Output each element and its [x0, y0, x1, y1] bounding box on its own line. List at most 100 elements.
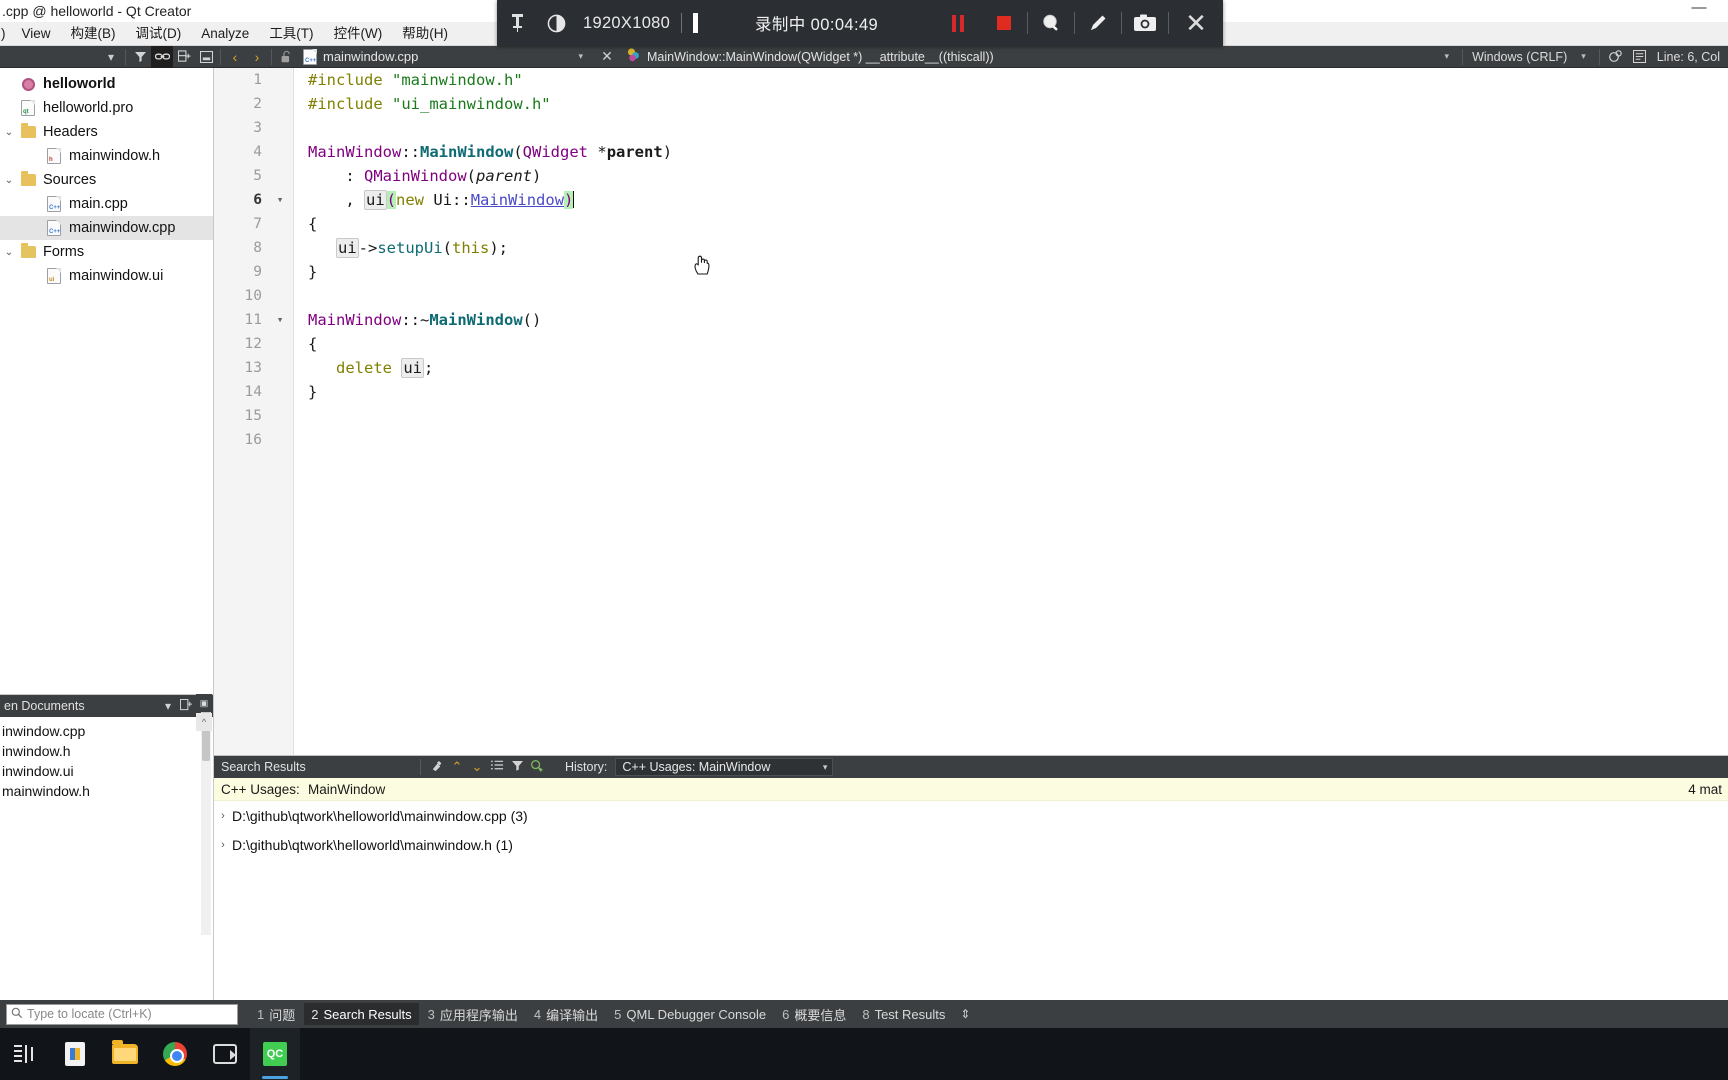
chevron-down-icon[interactable]: ⌄ — [0, 127, 18, 138]
filter-icon[interactable] — [507, 760, 527, 775]
output-pane-spinner-icon[interactable]: ⇕ — [954, 1007, 970, 1021]
unlocked-icon[interactable] — [275, 46, 297, 68]
filter-icon[interactable] — [129, 46, 151, 68]
chevron-down-icon[interactable]: ⌄ — [0, 247, 18, 258]
menu-item-tools[interactable]: 工具(T) — [259, 22, 323, 46]
chevron-down-icon[interactable]: ▾ — [823, 762, 833, 773]
navigate-back-icon[interactable]: ‹ — [224, 49, 246, 65]
fold-marker[interactable] — [266, 116, 294, 140]
chevron-down-icon[interactable]: ▾ — [1573, 51, 1594, 62]
chevron-down-icon[interactable]: ▾ — [570, 51, 591, 62]
contrast-icon[interactable] — [537, 0, 575, 46]
symbol-selector[interactable]: MainWindow::MainWindow(QWidget *) __attr… — [617, 48, 1437, 65]
fold-marker[interactable] — [266, 356, 294, 380]
chevron-up-icon[interactable]: ⌃ — [447, 759, 467, 775]
magnifier-icon[interactable] — [1028, 0, 1074, 46]
search-result-row[interactable]: › D:\github\qtwork\helloworld\mainwindow… — [214, 801, 1728, 830]
search-input[interactable]: Type to locate (Ctrl+K) — [6, 1003, 238, 1025]
output-tab-search-results[interactable]: 2 Search Results — [304, 1003, 419, 1025]
menu-item-view[interactable]: View — [12, 22, 61, 46]
fold-marker[interactable]: ▾ — [266, 308, 294, 332]
expand-all-icon[interactable] — [487, 759, 507, 775]
tree-node-helloworld-pro[interactable]: qt helloworld.pro — [0, 96, 213, 120]
chevron-down-icon[interactable]: ▾ — [1437, 51, 1458, 62]
camera-icon[interactable] — [1122, 0, 1168, 46]
chevron-down-icon[interactable]: ▾ — [159, 699, 177, 713]
pencil-icon[interactable] — [1075, 0, 1121, 46]
output-tab-qml-debugger-console[interactable]: 5 QML Debugger Console — [607, 1003, 773, 1025]
output-tab-test-results[interactable]: 8 Test Results — [855, 1003, 952, 1025]
clear-results-icon[interactable] — [427, 759, 447, 776]
open-document-item[interactable]: inwindow.cpp — [0, 721, 213, 741]
tree-node-mainwindow-ui[interactable]: ui mainwindow.ui — [0, 264, 213, 288]
chevron-down-icon[interactable]: ⌄ — [467, 759, 487, 775]
tree-node-mainwindow-cpp[interactable]: C++ mainwindow.cpp — [0, 216, 213, 240]
menu-item-widgets[interactable]: 控件(W) — [324, 22, 393, 46]
split-add-icon[interactable] — [177, 698, 195, 714]
open-document-item[interactable]: mainwindow.h — [0, 781, 213, 801]
tree-node-helloworld[interactable]: helloworld — [0, 72, 213, 96]
minimize-pane-icon[interactable] — [195, 46, 217, 68]
new-search-icon[interactable] — [527, 759, 547, 776]
tree-node-sources[interactable]: ⌄ Sources — [0, 168, 213, 192]
file-explorer-icon[interactable] — [100, 1028, 150, 1080]
screen-recorder-icon[interactable] — [200, 1028, 250, 1080]
stop-icon[interactable] — [981, 0, 1027, 46]
qt-creator-icon[interactable]: QC — [250, 1028, 300, 1080]
open-document-item[interactable]: inwindow.h — [0, 741, 213, 761]
chrome-icon[interactable] — [150, 1028, 200, 1080]
fold-marker[interactable]: ▾ — [266, 188, 294, 212]
tree-node-main-cpp[interactable]: C++ main.cpp — [0, 192, 213, 216]
panel-scroll-up-icon[interactable]: ^ — [196, 713, 212, 731]
output-tab-compile-output[interactable]: 4 编译输出 — [527, 1003, 605, 1025]
search-result-row[interactable]: › D:\github\qtwork\helloworld\mainwindow… — [214, 830, 1728, 859]
chevron-down-icon[interactable]: ⌄ — [0, 175, 18, 186]
expand-icon[interactable]: › — [214, 839, 232, 851]
tree-node-headers[interactable]: ⌄ Headers — [0, 120, 213, 144]
menu-item-help[interactable]: 帮助(H) — [392, 22, 458, 46]
task-view-icon[interactable] — [0, 1028, 50, 1080]
menu-item-build[interactable]: 构建(B) — [61, 22, 126, 46]
menu-item-analyze[interactable]: Analyze — [191, 22, 259, 46]
fold-marker[interactable] — [266, 236, 294, 260]
menu-item-0[interactable]: ) — [0, 22, 12, 46]
open-documents-scrollbar[interactable] — [201, 695, 211, 935]
output-tab-general-messages[interactable]: 6 概要信息 — [775, 1003, 853, 1025]
chevron-down-icon[interactable]: ▾ — [100, 46, 122, 68]
fold-marker[interactable] — [266, 428, 294, 452]
microsoft-store-icon[interactable] — [50, 1028, 100, 1080]
line-ending-selector[interactable]: Windows (CRLF) — [1468, 50, 1571, 64]
close-icon[interactable]: ✕ — [1169, 0, 1223, 46]
encoding-icon[interactable] — [1605, 46, 1627, 68]
pause-icon[interactable] — [935, 0, 981, 46]
open-document-item[interactable]: inwindow.ui — [0, 761, 213, 781]
code-editor[interactable]: 1 #include "mainwindow.h" 2 #include "ui_m… — [214, 68, 1728, 755]
output-tab-problems[interactable]: 1 问题 — [250, 1003, 302, 1025]
history-combobox[interactable]: C++ Usages: MainWindow ▾ — [615, 758, 834, 776]
output-tab-application-output[interactable]: 3 应用程序输出 — [421, 1003, 525, 1025]
fold-marker[interactable] — [266, 140, 294, 164]
fold-marker[interactable] — [266, 284, 294, 308]
tree-node-mainwindow-h[interactable]: h mainwindow.h — [0, 144, 213, 168]
cpp-file-icon: C++ — [44, 220, 64, 236]
navigate-forward-icon[interactable]: › — [246, 49, 268, 65]
fold-marker[interactable] — [266, 92, 294, 116]
fold-marker[interactable] — [266, 260, 294, 284]
pin-icon[interactable] — [497, 0, 537, 46]
fold-marker[interactable] — [266, 332, 294, 356]
link-icon[interactable] — [151, 45, 173, 68]
panel-collapse-icon[interactable]: ▣ — [196, 694, 212, 712]
close-tab-icon[interactable]: ✕ — [597, 48, 617, 65]
menu-item-debug[interactable]: 调试(D) — [126, 22, 192, 46]
split-horizontal-icon[interactable] — [173, 46, 195, 68]
fold-marker[interactable] — [266, 164, 294, 188]
fold-marker[interactable] — [266, 212, 294, 236]
fold-marker[interactable] — [266, 404, 294, 428]
minimize-icon[interactable]: — — [1684, 0, 1714, 22]
file-tab-mainwindow-cpp[interactable]: C++ mainwindow.cpp ▾ — [297, 46, 597, 68]
tree-node-forms[interactable]: ⌄ Forms — [0, 240, 213, 264]
fold-marker[interactable] — [266, 380, 294, 404]
text-wrap-icon[interactable] — [1629, 46, 1651, 68]
expand-icon[interactable]: › — [214, 810, 232, 822]
fold-marker[interactable] — [266, 68, 294, 92]
